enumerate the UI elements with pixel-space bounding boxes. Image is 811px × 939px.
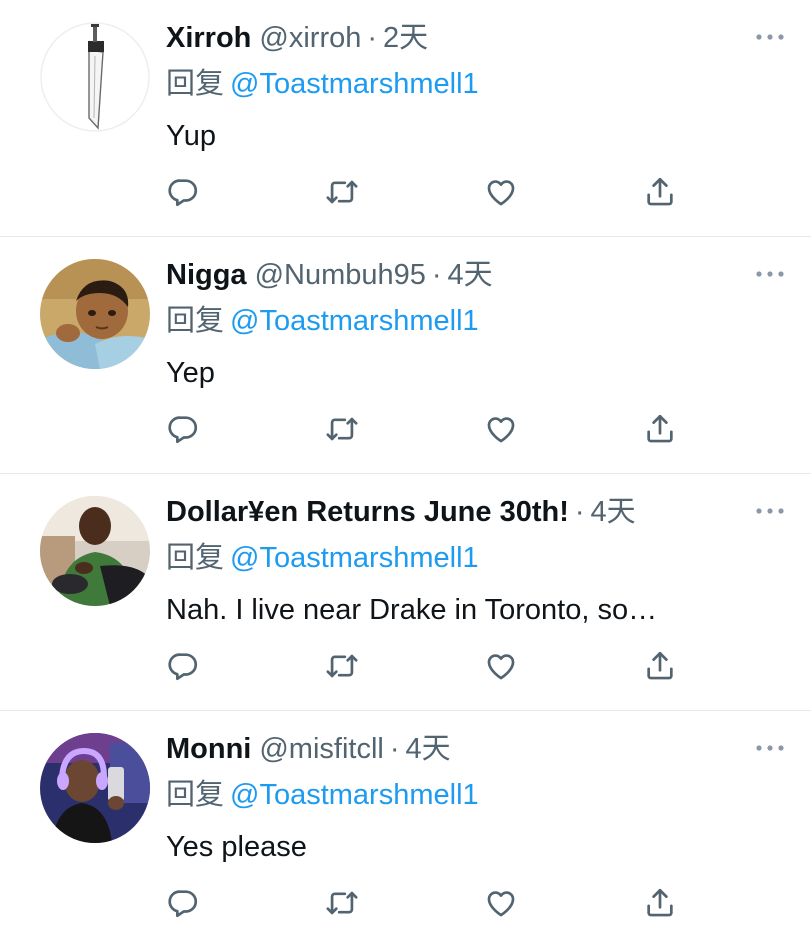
tweet-text: Yep bbox=[166, 357, 215, 389]
tweet-actions bbox=[166, 172, 706, 212]
reply-button[interactable] bbox=[163, 409, 203, 449]
separator-dot: · bbox=[367, 22, 378, 54]
replying-to: 回复 @Toastmarshmell1 bbox=[166, 64, 479, 104]
like-button[interactable] bbox=[481, 883, 521, 923]
replying-to: 回复 @Toastmarshmell1 bbox=[166, 301, 479, 341]
reply-prefix: 回复 bbox=[166, 779, 225, 811]
tweet-actions bbox=[166, 409, 706, 449]
more-options-button[interactable] bbox=[752, 735, 788, 761]
more-horizontal-icon bbox=[756, 34, 784, 40]
retweet-button[interactable] bbox=[322, 646, 362, 686]
like-icon bbox=[487, 417, 515, 443]
share-icon bbox=[647, 414, 673, 443]
user-handle[interactable]: @Numbuh95 bbox=[255, 259, 426, 291]
separator-dot: · bbox=[574, 496, 585, 528]
tweet[interactable]: Xirroh @xirroh · 2天 回复 @Toastmarshmell1 Yup bbox=[0, 0, 811, 237]
retweet-icon bbox=[326, 417, 358, 441]
share-button[interactable] bbox=[640, 172, 680, 212]
retweet-icon bbox=[326, 654, 358, 678]
more-horizontal-icon bbox=[756, 745, 784, 751]
reply-prefix: 回复 bbox=[166, 305, 225, 337]
tweet-text: Nah. I live near Drake in Toronto, so… bbox=[166, 594, 658, 626]
share-button[interactable] bbox=[640, 883, 680, 923]
share-icon bbox=[647, 177, 673, 206]
man-photo-avatar-image bbox=[40, 496, 150, 606]
tweet-header: Dollar¥en Returns June 30th! · 4天 bbox=[166, 492, 636, 532]
retweet-icon bbox=[326, 891, 358, 915]
display-name[interactable]: Dollar¥en Returns June 30th! bbox=[166, 496, 569, 528]
avatar[interactable] bbox=[40, 733, 150, 843]
mention-link[interactable]: @Toastmarshmell1 bbox=[230, 305, 479, 337]
retweet-button[interactable] bbox=[322, 883, 362, 923]
display-name[interactable]: Monni bbox=[166, 733, 251, 765]
tweet-header: Xirroh @xirroh · 2天 bbox=[166, 18, 428, 58]
replying-to: 回复 @Toastmarshmell1 bbox=[166, 775, 479, 815]
reply-icon bbox=[168, 890, 198, 918]
more-horizontal-icon bbox=[756, 508, 784, 514]
tweet-header: Nigga @Numbuh95 · 4天 bbox=[166, 255, 493, 295]
avatar[interactable] bbox=[40, 496, 150, 606]
more-options-button[interactable] bbox=[752, 24, 788, 50]
more-horizontal-icon bbox=[756, 271, 784, 277]
share-button[interactable] bbox=[640, 409, 680, 449]
reply-icon bbox=[168, 653, 198, 681]
timestamp[interactable]: 4天 bbox=[448, 259, 493, 291]
more-options-button[interactable] bbox=[752, 498, 788, 524]
timestamp[interactable]: 4天 bbox=[591, 496, 636, 528]
timestamp[interactable]: 2天 bbox=[383, 22, 428, 54]
reply-prefix: 回复 bbox=[166, 542, 225, 574]
woman-headphones-avatar-image bbox=[40, 733, 150, 843]
sword-avatar-image bbox=[40, 22, 150, 132]
reply-button[interactable] bbox=[163, 172, 203, 212]
avatar[interactable] bbox=[40, 22, 150, 132]
reply-timeline: Xirroh @xirroh · 2天 回复 @Toastmarshmell1 Yup bbox=[0, 0, 811, 939]
tweet-actions bbox=[166, 646, 706, 686]
replying-to: 回复 @Toastmarshmell1 bbox=[166, 538, 479, 578]
reply-icon bbox=[168, 416, 198, 444]
like-button[interactable] bbox=[481, 172, 521, 212]
timestamp[interactable]: 4天 bbox=[406, 733, 451, 765]
tweet-text: Yup bbox=[166, 120, 216, 152]
mention-link[interactable]: @Toastmarshmell1 bbox=[230, 779, 479, 811]
reply-button[interactable] bbox=[163, 646, 203, 686]
reply-prefix: 回复 bbox=[166, 68, 225, 100]
display-name[interactable]: Nigga bbox=[166, 259, 247, 291]
share-icon bbox=[647, 888, 673, 917]
tweet-header: Monni @misfitcll · 4天 bbox=[166, 729, 451, 769]
like-icon bbox=[487, 654, 515, 680]
tweet[interactable]: Dollar¥en Returns June 30th! · 4天 回复 @Toast… bbox=[0, 474, 811, 711]
user-handle[interactable]: @xirroh bbox=[259, 22, 361, 54]
retweet-button[interactable] bbox=[322, 172, 362, 212]
separator-dot: · bbox=[431, 259, 442, 291]
retweet-icon bbox=[326, 180, 358, 204]
share-button[interactable] bbox=[640, 646, 680, 686]
tweet[interactable]: Nigga @Numbuh95 · 4天 回复 @Toastmarshmell1 Yep bbox=[0, 237, 811, 474]
avatar[interactable] bbox=[40, 259, 150, 369]
user-handle[interactable]: @misfitcll bbox=[259, 733, 383, 765]
like-button[interactable] bbox=[481, 646, 521, 686]
cartoon-boy-avatar-image bbox=[40, 259, 150, 369]
tweet-text: Yes please bbox=[166, 831, 307, 863]
display-name[interactable]: Xirroh bbox=[166, 22, 251, 54]
share-icon bbox=[647, 651, 673, 680]
reply-button[interactable] bbox=[163, 883, 203, 923]
mention-link[interactable]: @Toastmarshmell1 bbox=[230, 68, 479, 100]
reply-icon bbox=[168, 179, 198, 207]
mention-link[interactable]: @Toastmarshmell1 bbox=[230, 542, 479, 574]
like-icon bbox=[487, 180, 515, 206]
like-icon bbox=[487, 891, 515, 917]
like-button[interactable] bbox=[481, 409, 521, 449]
more-options-button[interactable] bbox=[752, 261, 788, 287]
separator-dot: · bbox=[389, 733, 400, 765]
tweet-actions bbox=[166, 883, 706, 923]
tweet[interactable]: Monni @misfitcll · 4天 回复 @Toastmarshmell1 Ye… bbox=[0, 711, 811, 939]
retweet-button[interactable] bbox=[322, 409, 362, 449]
